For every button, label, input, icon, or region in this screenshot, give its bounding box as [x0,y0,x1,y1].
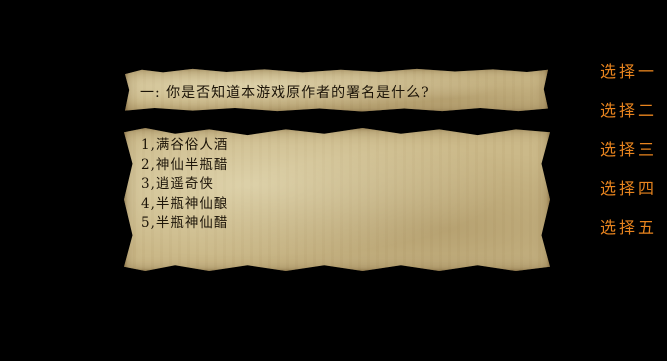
choice-menu: 选择一 选择二 选择三 选择四 选择五 [600,61,657,256]
choice-button-5[interactable]: 选择五 [600,217,657,256]
answer-option-2: 2,神仙半瓶醋 [141,156,229,173]
answer-option-1: 1,满谷俗人酒 [141,137,229,153]
choice-button-3[interactable]: 选择三 [600,139,657,178]
answer-option-3: 3,逍遥奇侠 [141,176,214,192]
answer-option-5: 5,半瓶神仙醋 [141,215,229,231]
choice-button-4[interactable]: 选择四 [600,178,657,217]
question-text: 一: 你是否知道本游戏原作者的署名是什么? [140,85,430,101]
choice-button-2[interactable]: 选择二 [600,100,657,139]
choice-button-1[interactable]: 选择一 [600,61,657,100]
answer-list: 1,满谷俗人酒 2,神仙半瓶醋 3,逍遥奇侠 4,半瓶神仙酿 5,半瓶神仙醋 [141,136,228,234]
answer-option-4: 4,半瓶神仙酿 [141,195,229,212]
